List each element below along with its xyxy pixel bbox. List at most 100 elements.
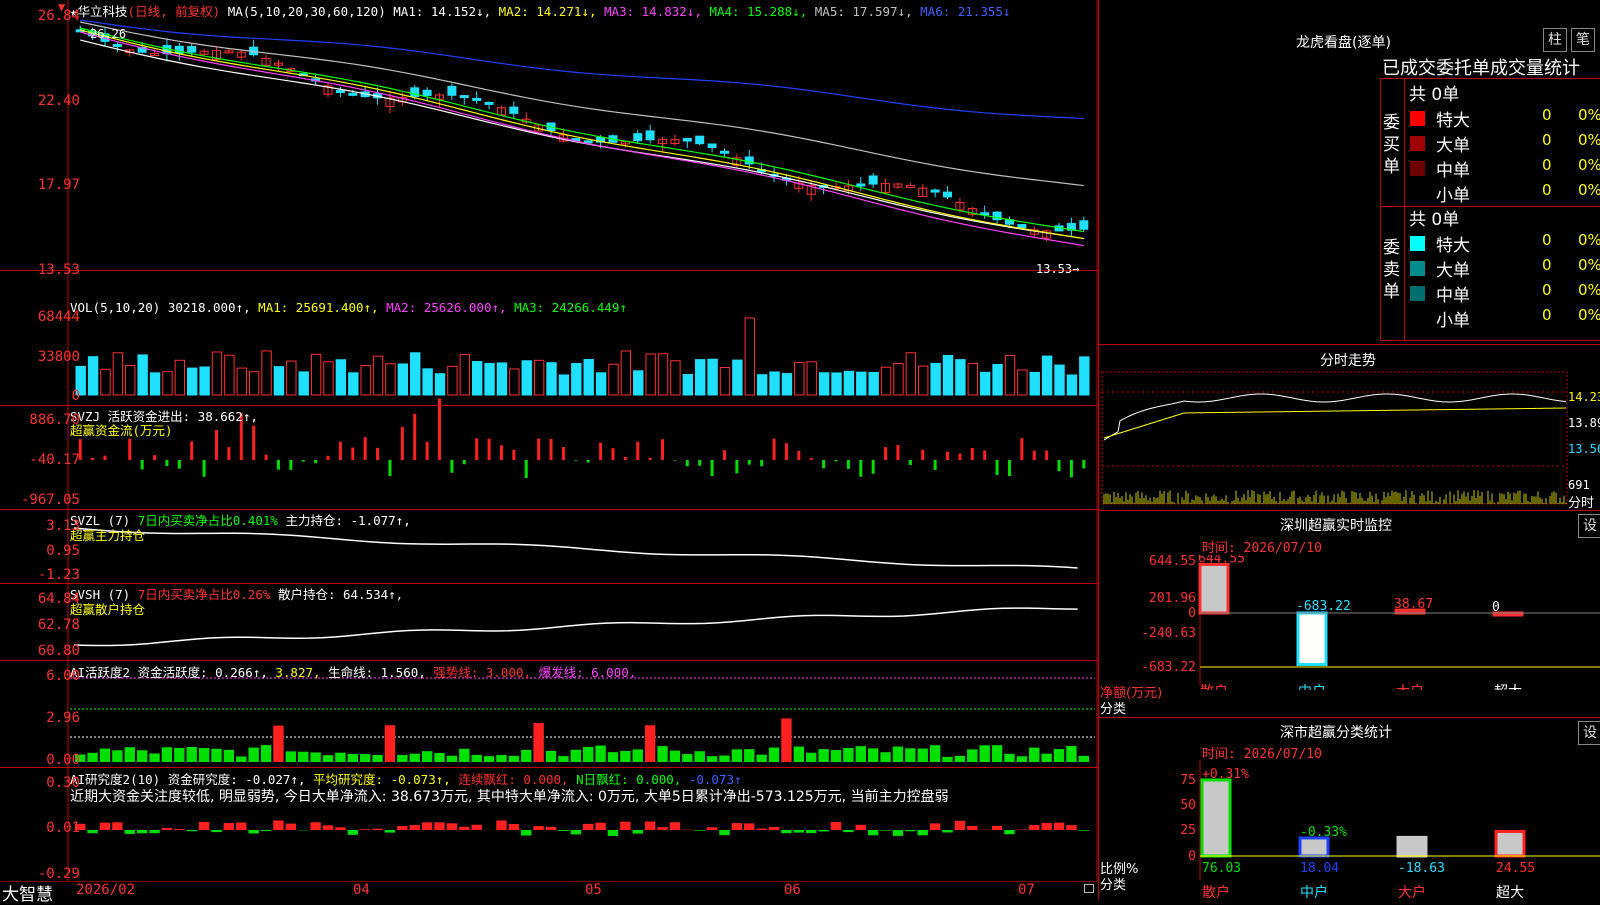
activity-bar	[372, 755, 382, 762]
sz-axis-label: 201.96	[1149, 591, 1196, 606]
sz-x-name: 分类	[1100, 698, 1126, 717]
activity-bar	[286, 751, 296, 762]
volume-bar	[857, 372, 866, 395]
sz-settings-button[interactable]: 设	[1578, 514, 1600, 538]
cls-category-label: 大户	[1398, 884, 1426, 900]
research-bar	[1004, 830, 1014, 834]
activity-bar	[1079, 756, 1089, 762]
volume-bar	[336, 360, 345, 395]
buy-row-count: 0	[1542, 131, 1552, 149]
activity-bar	[211, 749, 221, 762]
activity-bar	[335, 753, 345, 762]
buy-row-swatch	[1410, 111, 1425, 126]
volume-bar	[881, 367, 890, 395]
candle-body	[485, 102, 493, 104]
sz-time: 时间: 2026/07/10	[1202, 537, 1322, 556]
research-bar	[670, 822, 680, 830]
vol-header: VOL(5,10,20) 30218.000↑, MA1: 25691.400↑…	[70, 300, 627, 315]
candle-body	[1080, 221, 1088, 229]
activity-bar	[447, 756, 457, 762]
activity-bar	[459, 749, 469, 762]
buy-row-pct: 0%	[1578, 106, 1600, 124]
research-bar	[918, 830, 928, 835]
candle-body	[646, 131, 654, 140]
cls-axis-label: 50	[1180, 798, 1196, 813]
activity-bar	[1066, 746, 1076, 762]
svsh-subtitle: 超赢散户持仓	[70, 599, 145, 618]
x-axis-label: 04	[353, 882, 370, 898]
research-bar	[657, 827, 667, 830]
research-bar	[645, 821, 655, 830]
volume-bar	[671, 361, 680, 395]
sell-row-name: 小单	[1436, 306, 1470, 331]
tick-view-button[interactable]: 笔	[1571, 28, 1595, 52]
intraday-chart[interactable]	[1100, 370, 1600, 510]
svzj-subtitle: 超赢资金流(万元)	[70, 420, 173, 439]
vol-axis-label: 0	[72, 388, 80, 404]
activity-bar	[942, 757, 952, 762]
activity-bar	[645, 725, 655, 762]
sell-row-swatch	[1410, 236, 1425, 251]
activity-bar	[880, 752, 890, 762]
research-bar	[211, 830, 221, 832]
research-bar	[868, 830, 878, 835]
svzl-axis-label: 0.95	[46, 543, 80, 559]
volume-bar	[534, 360, 543, 395]
research-bar	[286, 824, 296, 830]
volume-bar	[349, 373, 358, 395]
buy-row-count: 0	[1542, 156, 1552, 174]
volume-bar	[497, 363, 506, 395]
cls-settings-button[interactable]: 设	[1578, 721, 1600, 745]
buy-row-count: 0	[1542, 181, 1552, 199]
volume-bar	[609, 364, 618, 395]
research-bar	[422, 822, 432, 830]
ai2-axis-label: 0.01	[46, 820, 80, 836]
volume-bar	[1042, 356, 1051, 395]
research-bar	[558, 830, 568, 831]
candle-body	[696, 136, 704, 144]
research-bar	[137, 830, 147, 833]
activity-bar	[484, 756, 494, 762]
volume-bar	[101, 369, 110, 395]
bar-view-button[interactable]: 柱	[1543, 28, 1567, 52]
research-bar	[1041, 823, 1051, 830]
research-bars-layer	[75, 820, 1089, 836]
ma-line	[80, 40, 1084, 239]
research-bar	[125, 830, 135, 834]
research-bar	[273, 820, 283, 830]
volume-bar	[745, 318, 754, 395]
research-bar	[87, 830, 97, 833]
activity-bar	[583, 747, 593, 762]
research-bar	[323, 825, 333, 830]
activity-bar	[707, 756, 717, 762]
activity-bar	[137, 750, 147, 762]
volume-bar	[646, 354, 655, 395]
volume-bar	[188, 368, 197, 395]
cls-bar	[1496, 831, 1524, 856]
volume-bar	[423, 369, 432, 395]
research-bar	[942, 830, 952, 832]
research-bar	[1066, 825, 1076, 830]
volume-bar	[832, 373, 841, 395]
activity-bar	[967, 749, 977, 762]
volume-bar	[819, 373, 828, 395]
volume-bar	[869, 372, 878, 395]
main-chart-canvas[interactable]	[0, 0, 1098, 900]
cls-bar	[1398, 837, 1426, 856]
activity-bar	[756, 755, 766, 762]
cls-category-label: 中户	[1300, 884, 1328, 900]
volume-bar	[733, 360, 742, 395]
activity-bar	[162, 747, 172, 762]
research-bar	[719, 830, 729, 835]
activity-bar	[633, 749, 643, 762]
x-axis-label: 06	[784, 882, 801, 898]
activity-bar	[1054, 749, 1064, 762]
research-bar	[1054, 823, 1064, 830]
cls-change-label: -0.33%	[1300, 825, 1347, 840]
volume-bar	[435, 374, 444, 395]
lock-icon[interactable]	[1084, 884, 1094, 893]
cls-value-label: 18.04	[1300, 861, 1339, 876]
activity-bar	[496, 755, 506, 762]
candle-body	[857, 184, 865, 186]
sell-row-pct: 0%	[1578, 256, 1600, 274]
